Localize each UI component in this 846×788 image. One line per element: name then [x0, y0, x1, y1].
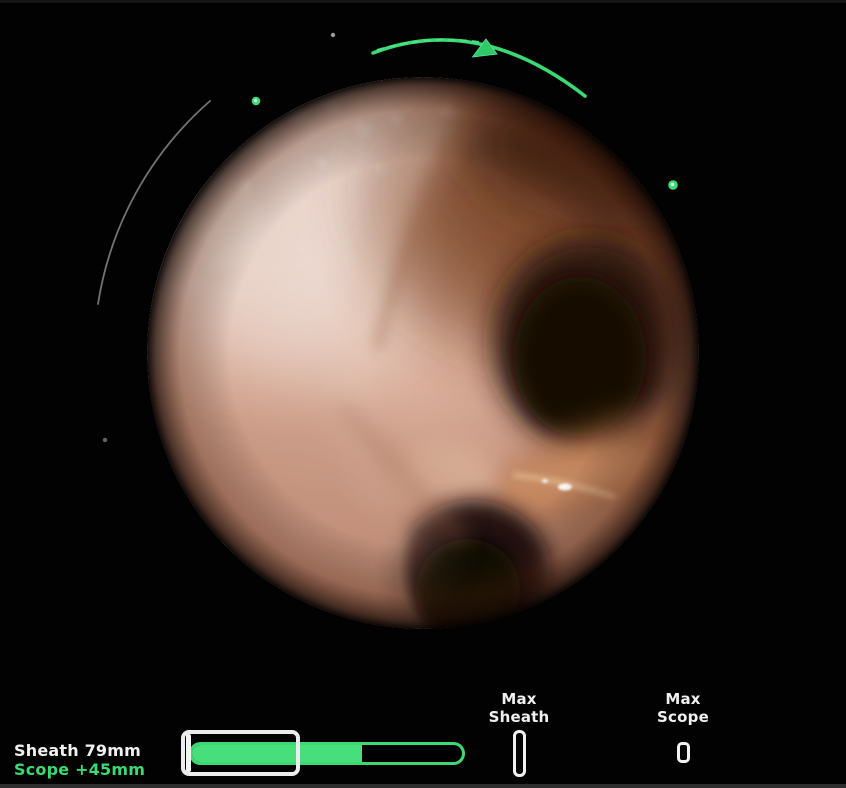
insertion-readout: Sheath 79mm Scope +45mm [14, 741, 145, 779]
debris-dot-icon [330, 32, 336, 38]
scope-depth-label: Scope +45mm [14, 760, 146, 779]
max-scope-label: Max Scope [623, 690, 743, 726]
max-scope-label-line2: Scope [657, 708, 709, 726]
endoscope-camera-view [147, 77, 699, 629]
lens-vignette [147, 77, 699, 629]
sheath-depth-label: Sheath 79mm [14, 741, 141, 760]
waypoint-dot-icon [251, 96, 261, 106]
max-sheath-label-line1: Max [501, 690, 537, 708]
waypoint-dot-icon [668, 180, 678, 190]
max-scope-marker [677, 742, 690, 763]
heading-arc-dashed-icon [376, 38, 487, 51]
endoscope-image [147, 77, 699, 629]
direction-marker-icon [471, 38, 498, 58]
debris-dot-icon [102, 437, 108, 443]
max-sheath-marker [513, 730, 526, 777]
sheath-position-frame [181, 730, 300, 776]
insertion-zero-marker [186, 734, 191, 772]
max-sheath-label-line2: Sheath [488, 708, 550, 726]
max-scope-label-line1: Max [665, 690, 701, 708]
max-sheath-label: Max Sheath [459, 690, 579, 726]
